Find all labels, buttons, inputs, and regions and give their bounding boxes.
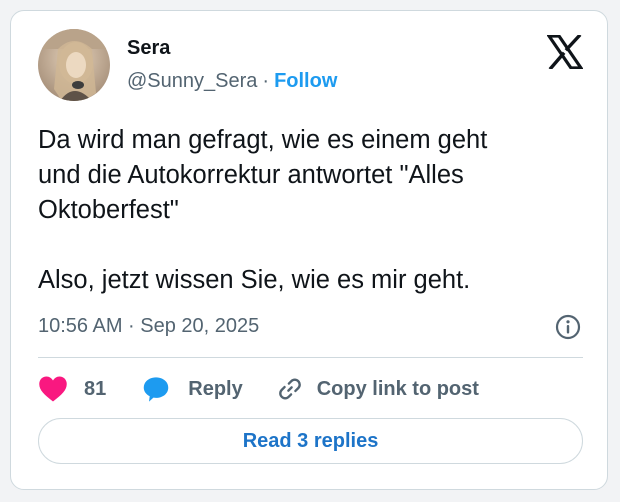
link-icon bbox=[278, 378, 301, 400]
copy-link-label: Copy link to post bbox=[316, 377, 479, 400]
x-logo-icon[interactable] bbox=[545, 33, 585, 71]
author-handle-row: @Sunny_Sera · Follow bbox=[127, 70, 337, 93]
action-bar: 81 Reply Copy link to post bbox=[38, 373, 479, 405]
read-replies-button[interactable]: Read 3 replies bbox=[38, 418, 583, 464]
info-icon[interactable] bbox=[555, 314, 581, 340]
like-button[interactable]: 81 bbox=[38, 375, 106, 403]
divider bbox=[38, 357, 583, 358]
tweet-timestamp[interactable]: 10:56 AM · Sep 20, 2025 bbox=[38, 315, 259, 338]
reply-label: Reply bbox=[188, 377, 243, 400]
tweet-card: Sera @Sunny_Sera · Follow Da wird man gefr… bbox=[10, 10, 608, 490]
author-handle[interactable]: @Sunny_Sera bbox=[127, 70, 257, 92]
avatar-image bbox=[38, 29, 110, 101]
reply-button[interactable]: Reply bbox=[142, 375, 243, 403]
like-count: 81 bbox=[84, 377, 107, 400]
follow-button[interactable]: Follow bbox=[274, 70, 337, 92]
speech-bubble-icon bbox=[144, 377, 169, 402]
copy-link-button[interactable]: Copy link to post bbox=[277, 376, 479, 402]
avatar[interactable] bbox=[38, 29, 110, 101]
separator-dot: · bbox=[262, 70, 270, 92]
author-name[interactable]: Sera bbox=[127, 37, 170, 60]
heart-icon bbox=[39, 376, 67, 402]
tweet-text: Da wird man gefragt, wie es einem geht u… bbox=[38, 126, 488, 294]
